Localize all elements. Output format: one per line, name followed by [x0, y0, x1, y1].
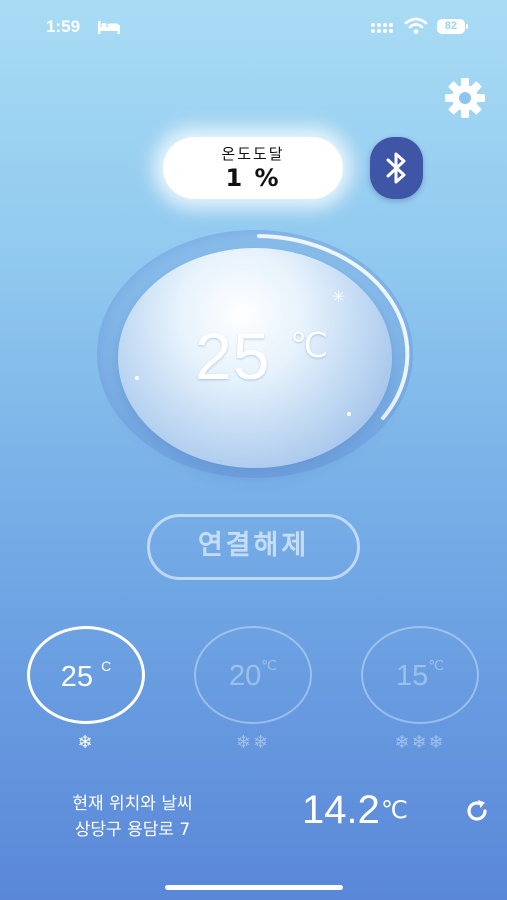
wifi-icon	[404, 17, 428, 34]
preset-20-button[interactable]: 20℃	[194, 626, 312, 724]
preset-value: 20℃	[196, 657, 310, 693]
disconnect-button[interactable]: 연결해제	[147, 514, 360, 580]
preset-value: 15℃	[363, 657, 477, 693]
signal-icon	[371, 23, 393, 33]
reach-label: 온도도달	[221, 145, 285, 163]
reach-value: 1 %	[225, 164, 281, 192]
battery-icon: 82	[437, 19, 465, 34]
status-bar: 1:59 82	[0, 0, 507, 52]
bluetooth-icon	[386, 152, 406, 184]
bed-icon	[98, 21, 120, 34]
bluetooth-button[interactable]	[370, 137, 423, 199]
snowflake-icon: ❄❄❄	[394, 732, 446, 753]
refresh-icon[interactable]	[463, 797, 491, 825]
gear-icon[interactable]	[443, 76, 487, 120]
location-title: 현재 위치와 날씨	[72, 794, 193, 814]
battery-tip	[466, 24, 468, 29]
current-temperature-unit: ℃	[381, 797, 408, 824]
preset-25-button[interactable]: 25 C	[27, 626, 145, 724]
reach-indicator: 온도도달 1 %	[163, 137, 343, 199]
preset-temp: 25	[60, 661, 94, 693]
preset-value: 25 C	[30, 658, 142, 694]
dial-temperature: 25	[195, 319, 271, 393]
battery-level: 82	[444, 20, 458, 32]
home-indicator[interactable]	[165, 885, 343, 890]
dial-dot	[135, 376, 139, 380]
dial-unit: ℃	[290, 327, 329, 365]
location-address: 상당구 용담로 7	[74, 820, 191, 840]
current-temperature: 14.2	[302, 788, 380, 832]
snowflake-icon: ❄	[77, 732, 95, 753]
preset-temp: 20	[229, 660, 262, 692]
status-time: 1:59	[46, 17, 81, 36]
dial-dot	[347, 412, 351, 416]
preset-temp: 15	[396, 660, 429, 692]
snowflake-icon: ❄❄	[235, 732, 271, 753]
snowflake-icon: ✳	[332, 287, 346, 306]
preset-unit: ℃	[261, 657, 277, 673]
preset-unit: ℃	[428, 657, 444, 673]
preset-15-button[interactable]: 15℃	[361, 626, 479, 724]
preset-unit: C	[101, 658, 112, 674]
